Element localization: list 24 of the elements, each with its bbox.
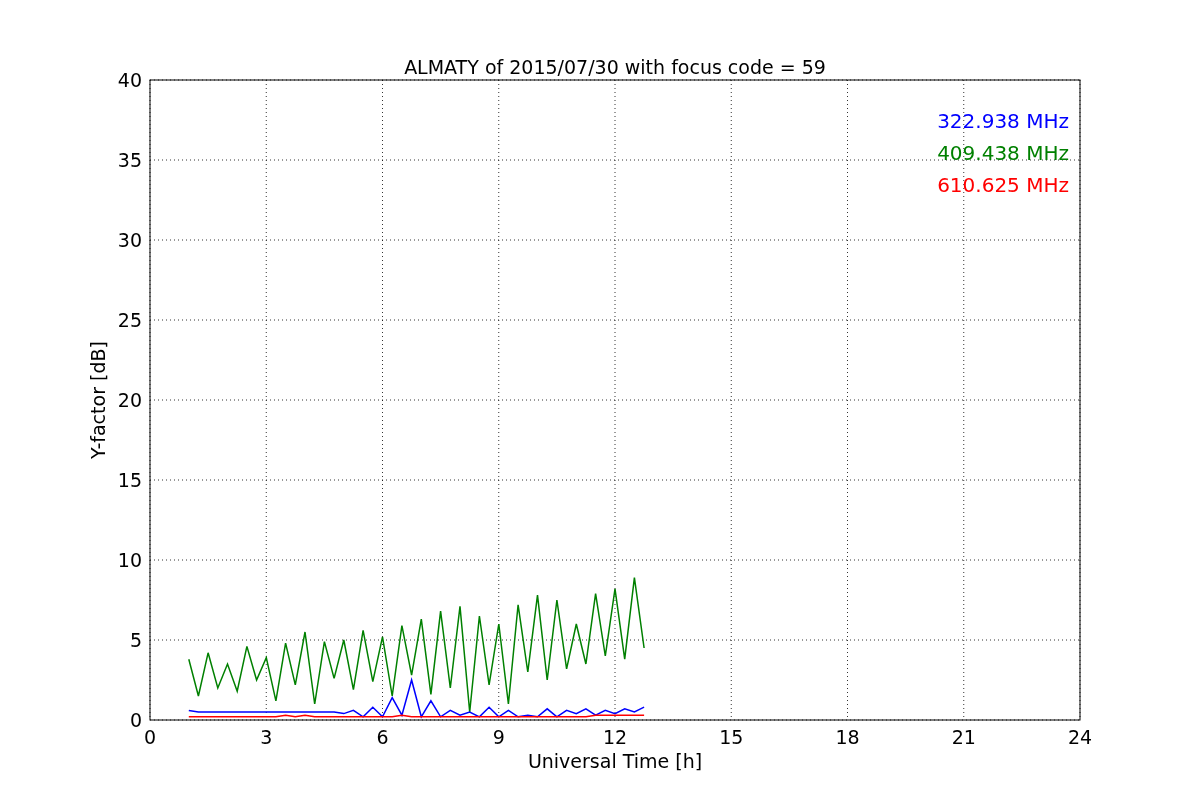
y-tick-label: 30 xyxy=(117,229,142,251)
y-tick-label: 5 xyxy=(129,629,142,651)
y-axis-label: Y-factor [dB] xyxy=(87,341,109,459)
x-tick-label: 21 xyxy=(951,726,976,748)
x-tick-label: 12 xyxy=(602,726,628,748)
x-tick-label: 15 xyxy=(719,726,744,748)
legend-label: 409.438 MHz xyxy=(937,141,1069,165)
chart-title: ALMATY of 2015/07/30 with focus code = 59 xyxy=(404,56,826,78)
y-tick-label: 20 xyxy=(117,389,142,411)
legend-label: 610.625 MHz xyxy=(937,173,1069,197)
y-tick-label: 10 xyxy=(117,549,142,571)
x-axis-label: Universal Time [h] xyxy=(527,750,703,772)
y-tick-label: 35 xyxy=(117,149,142,171)
x-tick-label: 6 xyxy=(376,726,389,748)
x-tick-label: 9 xyxy=(492,726,505,748)
x-tick-label: 24 xyxy=(1067,726,1093,748)
x-tick-label: 18 xyxy=(835,726,860,748)
y-tick-label: 0 xyxy=(129,709,142,731)
x-tick-label: 0 xyxy=(143,726,157,748)
y-tick-label: 25 xyxy=(117,309,142,331)
legend-label: 322.938 MHz xyxy=(937,109,1069,133)
y-tick-label: 40 xyxy=(117,69,142,91)
y-tick-label: 15 xyxy=(117,469,142,491)
x-tick-label: 3 xyxy=(260,726,273,748)
